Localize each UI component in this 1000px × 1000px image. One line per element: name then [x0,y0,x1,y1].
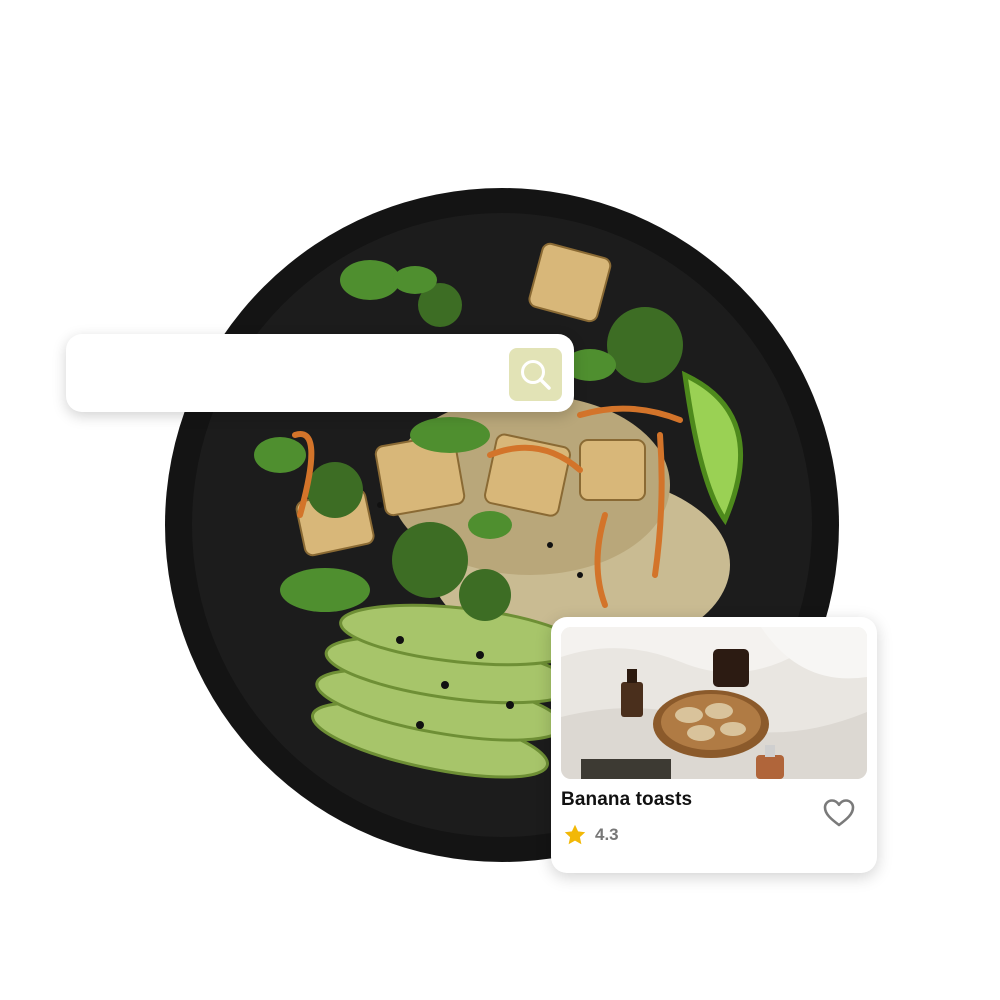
search-button[interactable] [509,348,562,401]
search-input[interactable] [86,348,500,400]
search-bar [66,334,574,412]
search-icon [521,360,551,390]
recipe-card[interactable]: Banana toasts 4.3 [551,617,877,873]
heart-outline-icon [823,799,855,827]
recipe-rating: 4.3 [563,823,619,847]
star-icon [564,824,586,845]
rating-value: 4.3 [595,825,619,844]
recipe-image [561,627,867,779]
recipe-title: Banana toasts [561,789,693,810]
favorite-button[interactable] [822,796,856,830]
